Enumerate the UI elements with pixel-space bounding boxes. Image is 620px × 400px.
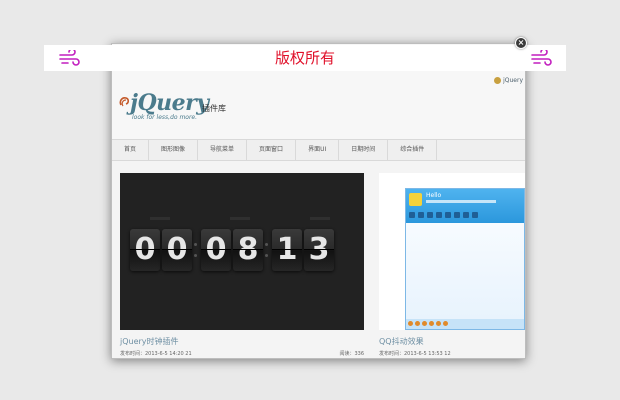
clock-separator — [194, 243, 198, 257]
nav-item-graphics[interactable]: 图形图像 — [149, 140, 199, 160]
qq-header: Hello — [406, 189, 524, 223]
brand-small-text: jQuery — [503, 77, 523, 84]
qq-window: Hello — [405, 188, 525, 330]
logo-text: jQuery — [130, 90, 209, 116]
wind-icon — [531, 50, 552, 66]
nav-item-window[interactable]: 页面窗口 — [247, 140, 297, 160]
card-date: 发布时间：2013-6-5 13:53 12 — [379, 351, 451, 357]
nav-item-menu[interactable]: 导航菜单 — [198, 140, 248, 160]
nav-item-home[interactable]: 首页 — [112, 140, 150, 160]
logo-slogan: look for less,do more. — [132, 114, 198, 121]
site-nav: 首页 图形图像 导航菜单 页面窗口 界面UI 日期时间 综合插件 — [112, 139, 525, 161]
clock-digit: 0 — [201, 229, 231, 271]
banner-text: 版权所有 — [274, 49, 335, 67]
close-button[interactable]: × — [515, 37, 527, 49]
clock-digit: 0 — [130, 229, 160, 271]
card-views: 阅读：336 — [339, 351, 364, 357]
qq-toolbar — [409, 212, 478, 218]
nav-item-misc[interactable]: 综合插件 — [388, 140, 438, 160]
clock-separator — [265, 243, 269, 257]
clock-labels — [130, 217, 360, 225]
plugin-card-qq[interactable]: Hello QQ抖动效果 发布时间：2013-6-5 13:53 12 — [379, 173, 525, 357]
qq-bottom-bar — [406, 319, 524, 329]
card-meta: 发布时间：2013-6-5 13:53 12 — [379, 350, 525, 357]
clock-digit: 0 — [162, 229, 192, 271]
card-title[interactable]: jQuery时钟插件 — [120, 336, 364, 347]
clock-digit: 3 — [304, 229, 334, 271]
qq-thumbnail[interactable]: Hello — [379, 173, 525, 330]
clock-digit: 1 — [272, 229, 302, 271]
clock-thumbnail[interactable]: 0 0 0 8 1 3 — [120, 173, 364, 330]
qq-body — [406, 223, 524, 319]
jquery-mini-logo-icon — [494, 77, 502, 84]
qq-signature — [426, 200, 496, 203]
nav-item-datetime[interactable]: 日期时间 — [339, 140, 389, 160]
site-logo[interactable]: jQuery 插件库 look for less,do more. — [118, 90, 228, 130]
card-date: 发布时间：2013-6-5 14:20 21 — [120, 351, 192, 357]
copyright-banner: 版权所有 — [44, 45, 566, 71]
card-meta: 发布时间：2013-6-5 14:20 21 阅读：336 — [120, 350, 364, 357]
brand-small[interactable]: jQuery — [494, 77, 523, 84]
nav-item-ui[interactable]: 界面UI — [296, 140, 340, 160]
card-title[interactable]: QQ抖动效果 — [379, 336, 525, 347]
qq-name: Hello — [426, 192, 442, 199]
flip-clock: 0 0 0 8 1 3 — [130, 229, 336, 271]
qq-avatar — [409, 193, 422, 206]
plugin-card-clock[interactable]: 0 0 0 8 1 3 jQuery时钟插件 发布时间：2013-6-5 14:… — [120, 173, 364, 357]
clock-digit: 8 — [233, 229, 263, 271]
preview-window: jQuery jQuery 插件库 look for less,do more.… — [111, 43, 526, 359]
logo-cn: 插件库 — [202, 104, 226, 113]
